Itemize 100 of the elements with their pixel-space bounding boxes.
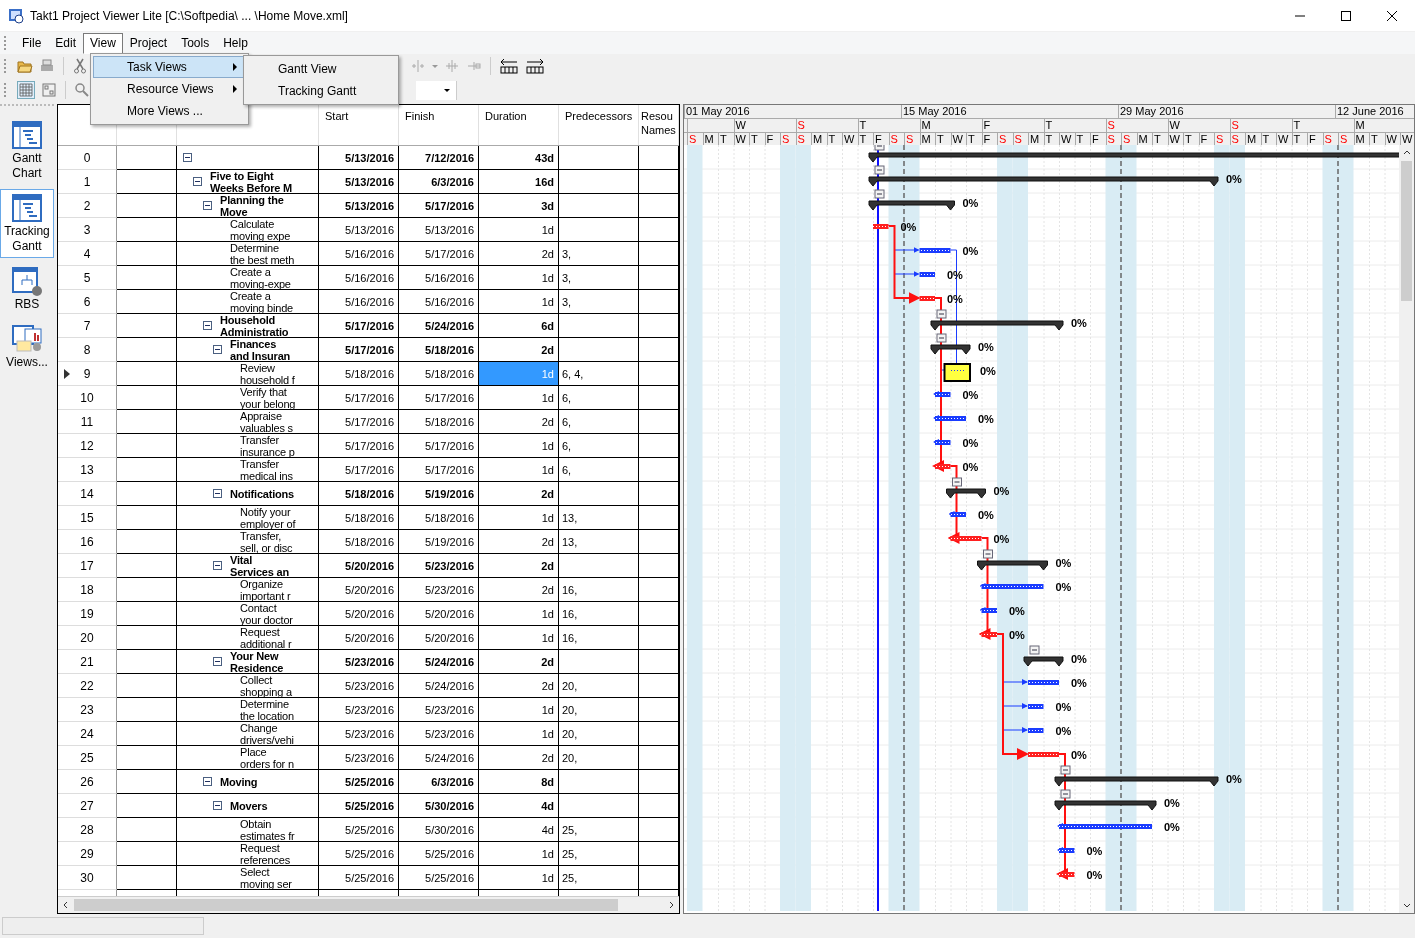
- layout-icon[interactable]: [41, 82, 57, 98]
- table-cell[interactable]: 1d: [479, 722, 559, 746]
- menu-item[interactable]: Project: [122, 32, 175, 54]
- collapse-icon[interactable]: [213, 345, 222, 354]
- collapse-icon[interactable]: [874, 145, 885, 151]
- view-button[interactable]: RBS: [0, 262, 54, 316]
- row-number: 25: [80, 750, 94, 765]
- table-cell[interactable]: 1d: [479, 458, 559, 482]
- table-cell[interactable]: 2d: [479, 746, 559, 770]
- collapse-icon[interactable]: [203, 777, 212, 786]
- table-cell[interactable]: 2d: [479, 410, 559, 434]
- column-header[interactable]: Predecessors: [559, 105, 639, 145]
- menu-item[interactable]: Tracking Gantt: [246, 80, 396, 102]
- table-cell[interactable]: 1d: [479, 602, 559, 626]
- table-cell[interactable]: 2d: [479, 482, 559, 506]
- summary-bar: [977, 560, 1048, 571]
- table-cell[interactable]: 1d: [479, 698, 559, 722]
- table-cell[interactable]: 2d: [479, 650, 559, 674]
- row-number: 13: [80, 462, 94, 477]
- menu-item[interactable]: File: [15, 32, 49, 54]
- menu-item[interactable]: Gantt View: [246, 58, 396, 80]
- table-cell: 5/24/2016: [399, 746, 479, 770]
- table-cell[interactable]: 6d: [479, 314, 559, 338]
- column-header[interactable]: Resou Names: [639, 105, 679, 145]
- table-cell[interactable]: 4d: [479, 818, 559, 842]
- table-cell[interactable]: 16d: [479, 170, 559, 194]
- table-cell[interactable]: 2d: [479, 242, 559, 266]
- table-cell[interactable]: 2d: [479, 674, 559, 698]
- zoom-icon[interactable]: [74, 82, 90, 98]
- table-cell: 5/25/2016: [319, 866, 399, 890]
- day-label: T: [857, 133, 873, 145]
- collapse-icon[interactable]: [183, 153, 192, 162]
- day-label: T: [749, 133, 765, 145]
- expand-left-icon[interactable]: [499, 58, 519, 74]
- grid-icon[interactable]: [17, 81, 35, 99]
- menu-item[interactable]: More Views ...: [93, 100, 246, 122]
- table-cell[interactable]: 2d: [479, 530, 559, 554]
- percent-complete: 0%: [1055, 701, 1072, 713]
- view-button[interactable]: Views...: [0, 320, 54, 374]
- day-label: T: [826, 133, 842, 145]
- view-button[interactable]: Tracking Gantt: [0, 189, 54, 258]
- table-cell[interactable]: 1d: [479, 626, 559, 650]
- collapse-icon[interactable]: [1060, 789, 1071, 799]
- table-cell[interactable]: 2d: [479, 554, 559, 578]
- task-name: Determine the best meth: [230, 242, 295, 265]
- menu-item[interactable]: Tools: [174, 32, 217, 54]
- menu-item[interactable]: Task Views: [93, 56, 246, 78]
- collapse-icon[interactable]: [193, 177, 202, 186]
- table-cell[interactable]: 1d: [479, 386, 559, 410]
- column-header[interactable]: Finish: [399, 105, 479, 145]
- collapse-icon[interactable]: [203, 321, 212, 330]
- collapse-icon[interactable]: [213, 489, 222, 498]
- row-number: 23: [80, 702, 94, 717]
- collapse-icon[interactable]: [213, 801, 222, 810]
- menu-item[interactable]: View: [83, 32, 123, 54]
- cut-icon[interactable]: [72, 58, 88, 74]
- open-folder-icon[interactable]: [17, 58, 33, 74]
- table-cell: 5/18/2016: [319, 482, 399, 506]
- scrollbar-thumb[interactable]: [74, 899, 618, 911]
- day-label: T: [1369, 133, 1385, 145]
- menu-item[interactable]: Resource Views: [93, 78, 246, 100]
- collapse-icon[interactable]: [213, 561, 222, 570]
- table-cell[interactable]: 1d: [479, 434, 559, 458]
- table-cell: 5/18/2016: [399, 410, 479, 434]
- week-day-label: W: [1167, 119, 1230, 132]
- day-label: T: [1183, 133, 1199, 145]
- scrollbar-thumb[interactable]: [1401, 161, 1412, 301]
- table-cell[interactable]: 1d: [479, 218, 559, 242]
- table-cell[interactable]: 1d: [479, 506, 559, 530]
- expand-right-icon[interactable]: [525, 58, 545, 74]
- table-cell[interactable]: 1d: [479, 866, 559, 890]
- percent-complete: 0%: [1086, 845, 1103, 857]
- collapse-icon[interactable]: [874, 165, 885, 175]
- table-cell: 5/18/2016: [319, 362, 399, 386]
- table-cell: 6,: [559, 410, 639, 434]
- table-cell: 5/20/2016: [319, 578, 399, 602]
- table-cell[interactable]: 3d: [479, 194, 559, 218]
- table-cell[interactable]: 4d: [479, 794, 559, 818]
- table-cell[interactable]: 8d: [479, 770, 559, 794]
- table-cell[interactable]: 43d: [479, 146, 559, 170]
- collapse-icon[interactable]: [874, 189, 885, 199]
- month-label: 01 May 2016: [684, 105, 901, 118]
- collapse-icon[interactable]: [936, 309, 947, 319]
- collapse-icon[interactable]: [1060, 765, 1071, 775]
- view-button[interactable]: Gantt Chart: [0, 116, 54, 185]
- task-name: Request additional r: [240, 626, 292, 649]
- collapse-icon[interactable]: [213, 657, 222, 666]
- menu-item[interactable]: Edit: [48, 32, 84, 54]
- caret-icon[interactable]: [444, 87, 450, 93]
- table-cell[interactable]: 1d: [479, 842, 559, 866]
- menu-item[interactable]: Help: [216, 32, 255, 54]
- task-name: Request references: [240, 842, 290, 865]
- collapse-icon[interactable]: [203, 201, 212, 210]
- table-cell[interactable]: 1d: [479, 290, 559, 314]
- column-header[interactable]: Duration: [479, 105, 559, 145]
- collapse-icon[interactable]: [936, 333, 947, 343]
- table-cell[interactable]: 1d: [479, 266, 559, 290]
- table-cell[interactable]: 2d: [479, 578, 559, 602]
- table-cell: 5/25/2016: [319, 818, 399, 842]
- week-day-label: T: [1291, 119, 1354, 132]
